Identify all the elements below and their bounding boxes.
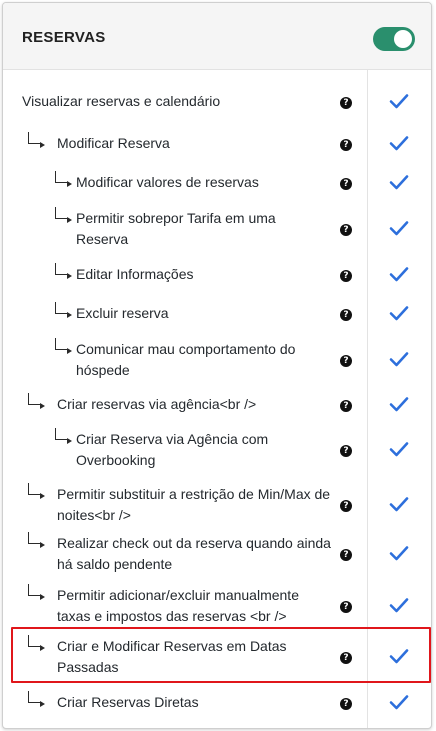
- section-toggle[interactable]: [373, 27, 415, 51]
- question-circle-icon[interactable]: ?: [340, 549, 352, 561]
- subdirectory-arrow-icon: [55, 207, 72, 223]
- permission-label: Comunicar mau comportamento do hóspede: [76, 341, 296, 378]
- subdirectory-arrow-icon: [55, 428, 72, 444]
- check-icon[interactable]: [389, 135, 409, 151]
- subdirectory-arrow-icon: [55, 302, 72, 318]
- permission-label: Permitir adicionar/excluir manualmente t…: [57, 587, 299, 624]
- check-icon[interactable]: [389, 496, 409, 512]
- permission-label: Criar Reserva via Agência com Overbookin…: [76, 431, 269, 468]
- subdirectory-arrow-icon: [55, 338, 72, 354]
- question-circle-icon[interactable]: ?: [340, 96, 352, 109]
- permission-label: Visualizar reservas e calendário: [22, 93, 221, 109]
- question-circle-icon[interactable]: ?: [340, 269, 352, 282]
- permission-row: Criar Reservas Diretas?: [3, 691, 431, 713]
- permission-row: Realizar check out da reserva quando ain…: [3, 532, 431, 575]
- subdirectory-arrow-icon: [28, 132, 45, 148]
- question-circle-icon[interactable]: ?: [340, 177, 352, 190]
- section-header: RESERVAS: [3, 3, 431, 70]
- check-icon[interactable]: [389, 396, 409, 412]
- permission-row: Editar Informações?: [3, 263, 431, 285]
- permission-row: Permitir adicionar/excluir manualmente t…: [3, 584, 431, 627]
- question-circle-icon[interactable]: ?: [340, 500, 352, 512]
- subdirectory-arrow-icon: [28, 691, 45, 707]
- permission-label: Excluir reserva: [76, 305, 169, 321]
- check-icon[interactable]: [389, 305, 409, 321]
- question-circle-icon[interactable]: ?: [340, 224, 352, 236]
- question-circle-icon[interactable]: ?: [340, 355, 352, 367]
- check-icon[interactable]: [389, 441, 409, 457]
- question-circle-icon[interactable]: ?: [340, 445, 352, 457]
- check-icon[interactable]: [389, 93, 409, 109]
- check-icon[interactable]: [389, 220, 409, 236]
- permission-row: Permitir substituir a restrição de Min/M…: [3, 483, 431, 526]
- permission-label: Modificar Reserva: [57, 135, 170, 151]
- question-circle-icon[interactable]: ?: [340, 697, 352, 710]
- permission-row: Criar reservas via agência<br />?: [3, 393, 431, 415]
- check-icon[interactable]: [389, 266, 409, 282]
- permission-label: Modificar valores de reservas: [76, 174, 259, 190]
- subdirectory-arrow-icon: [55, 171, 72, 187]
- subdirectory-arrow-icon: [55, 263, 72, 279]
- section-title: RESERVAS: [22, 29, 106, 46]
- check-icon[interactable]: [389, 174, 409, 190]
- permission-row: Permitir sobrepor Tarifa em uma Reserva?: [3, 207, 431, 250]
- check-icon[interactable]: [389, 545, 409, 561]
- permission-row: Modificar valores de reservas?: [3, 171, 431, 193]
- permission-label: Criar reservas via agência<br />: [57, 396, 257, 412]
- highlight-box: [11, 627, 431, 683]
- question-circle-icon[interactable]: ?: [340, 601, 352, 613]
- permission-row: Excluir reserva?: [3, 302, 431, 324]
- permission-row: Modificar Reserva?: [3, 132, 431, 154]
- question-circle-icon[interactable]: ?: [340, 138, 352, 151]
- check-icon[interactable]: [389, 694, 409, 710]
- subdirectory-arrow-icon: [28, 483, 45, 499]
- reservas-permissions-panel: RESERVAS Visualizar reservas e calendári…: [2, 2, 432, 729]
- permission-label: Realizar check out da reserva quando ain…: [57, 535, 331, 572]
- permission-label: Criar Reservas Diretas: [57, 694, 199, 710]
- permission-row: Comunicar mau comportamento do hóspede?: [3, 338, 431, 381]
- subdirectory-arrow-icon: [28, 584, 45, 600]
- permission-row: Criar Reserva via Agência com Overbookin…: [3, 428, 431, 471]
- check-icon[interactable]: [389, 351, 409, 367]
- permission-label: Editar Informações: [76, 266, 194, 282]
- subdirectory-arrow-icon: [28, 532, 45, 548]
- toggle-knob: [394, 30, 412, 48]
- subdirectory-arrow-icon: [28, 393, 45, 409]
- permission-label: Permitir sobrepor Tarifa em uma Reserva: [76, 210, 276, 247]
- check-icon[interactable]: [389, 597, 409, 613]
- question-circle-icon[interactable]: ?: [340, 399, 352, 412]
- permission-label: Permitir substituir a restrição de Min/M…: [57, 486, 331, 523]
- question-circle-icon[interactable]: ?: [340, 308, 352, 321]
- permission-row: Visualizar reservas e calendário?: [3, 91, 431, 112]
